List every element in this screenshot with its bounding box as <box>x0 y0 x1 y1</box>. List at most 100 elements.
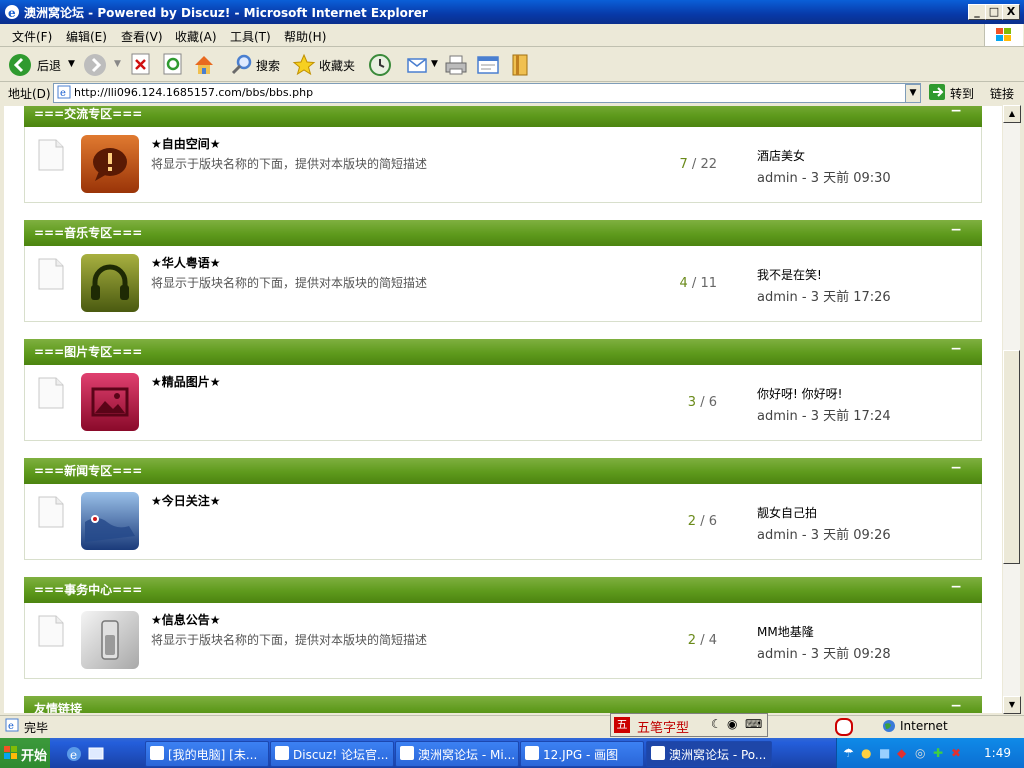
tray-monitor-icon[interactable]: ■ <box>879 746 890 760</box>
history-icon[interactable] <box>368 53 392 77</box>
moon-icon[interactable]: ☾ <box>711 717 722 731</box>
ime-logo-icon[interactable]: 五 <box>614 717 630 733</box>
last-post-title[interactable]: 你好呀! 你好呀! <box>757 385 842 402</box>
last-post-title[interactable]: 酒店美女 <box>757 147 805 164</box>
research-icon[interactable] <box>510 53 532 77</box>
start-button[interactable]: 开始 <box>0 738 50 768</box>
map-icon[interactable] <box>81 492 139 550</box>
last-post-title[interactable]: MM地基隆 <box>757 623 814 640</box>
forum-counts: 4 / 11 <box>679 276 717 291</box>
menu-help[interactable]: 帮助(H) <box>284 28 326 45</box>
last-post-info: admin - 3 天前 17:26 <box>757 290 891 305</box>
collapse-icon[interactable]: − <box>950 698 962 713</box>
tray-update-icon[interactable]: ✚ <box>933 746 943 760</box>
clock[interactable]: 1:49 <box>984 746 1011 760</box>
task-aozhouwo-forum[interactable]: 澳洲窝论坛 - Mi... <box>395 741 519 767</box>
back-icon[interactable] <box>8 53 32 77</box>
collapse-icon[interactable]: − <box>950 222 962 238</box>
task-my-computer[interactable]: [我的电脑] [未... <box>145 741 269 767</box>
tray-network-icon[interactable]: ☂ <box>843 746 854 760</box>
back-dropdown-icon[interactable]: ▼ <box>68 59 75 69</box>
category-title[interactable]: ===新闻专区=== <box>34 462 142 479</box>
task-discuz-forum[interactable]: Discuz! 论坛官... <box>270 741 394 767</box>
forward-dropdown-icon[interactable]: ▼ <box>114 59 121 69</box>
search-label[interactable]: 搜索 <box>256 57 280 74</box>
address-input[interactable]: e http://lli096.124.1685157.com/bbs/bbs.… <box>53 83 921 103</box>
category-header: ===图片专区=== − <box>24 339 982 365</box>
favorites-star-icon[interactable] <box>292 53 316 77</box>
tray-shield-icon[interactable]: ◆ <box>897 746 906 760</box>
category-header: ===交流专区=== − <box>24 106 982 127</box>
forum-name[interactable]: ★自由空间★ <box>151 135 221 152</box>
back-label[interactable]: 后退 <box>37 57 61 74</box>
edit-icon[interactable] <box>476 53 500 77</box>
collapse-icon[interactable]: − <box>950 106 962 119</box>
forum-name[interactable]: ★今日关注★ <box>151 492 221 509</box>
collapse-icon[interactable]: − <box>950 341 962 357</box>
menu-file[interactable]: 文件(F) <box>12 28 52 45</box>
headphones-icon[interactable] <box>81 254 139 312</box>
punctuation-icon[interactable]: ◉ <box>727 717 737 731</box>
privacy-icon[interactable] <box>835 718 853 736</box>
forum-name[interactable]: ★精品图片★ <box>151 373 221 390</box>
menu-view[interactable]: 查看(V) <box>121 28 163 45</box>
ime-mode-text[interactable]: 五笔字型 <box>637 717 689 736</box>
go-button[interactable]: 转到 <box>950 85 974 102</box>
forum-name[interactable]: ★华人粤语★ <box>151 254 221 271</box>
links-button[interactable]: 链接 <box>990 85 1014 102</box>
favorites-label[interactable]: 收藏夹 <box>319 57 355 74</box>
address-url: http://lli096.124.1685157.com/bbs/bbs.ph… <box>74 86 314 99</box>
windows-flag-icon <box>996 28 1011 41</box>
search-icon[interactable] <box>230 53 254 77</box>
menu-tools[interactable]: 工具(T) <box>230 28 271 45</box>
start-label[interactable]: 开始 <box>21 745 47 764</box>
category-title[interactable]: ===事务中心=== <box>34 581 142 598</box>
minimize-button[interactable]: _ <box>968 4 986 20</box>
mail-icon[interactable] <box>406 53 430 77</box>
address-dropdown-icon[interactable]: ▼ <box>905 84 921 103</box>
close-button[interactable]: X <box>1002 4 1020 20</box>
print-icon[interactable] <box>444 53 468 77</box>
picture-icon[interactable] <box>81 373 139 431</box>
stop-icon[interactable] <box>130 53 152 75</box>
forum-name[interactable]: ★信息公告★ <box>151 611 221 628</box>
task-current-window[interactable]: 澳洲窝论坛 - Po... <box>646 741 772 767</box>
vertical-scrollbar[interactable]: ▲ ▼ <box>1003 105 1021 714</box>
keyboard-icon[interactable]: ⌨ <box>745 717 762 731</box>
desktop-quicklaunch-icon[interactable] <box>88 746 104 762</box>
menu-bar: 文件(F) 编辑(E) 查看(V) 收藏(A) 工具(T) 帮助(H) <box>0 24 1024 47</box>
links-title[interactable]: 友情链接 <box>34 700 82 713</box>
menu-favorites[interactable]: 收藏(A) <box>175 28 217 45</box>
scroll-thumb[interactable] <box>1003 350 1020 564</box>
category-title[interactable]: ===图片专区=== <box>34 343 142 360</box>
ie-quicklaunch-icon[interactable]: e <box>66 746 82 762</box>
last-post-title[interactable]: 靓女自己拍 <box>757 504 817 521</box>
collapse-icon[interactable]: − <box>950 579 962 595</box>
refresh-icon[interactable] <box>162 53 184 75</box>
collapse-icon[interactable]: − <box>950 460 962 476</box>
tray-qq-icon[interactable]: ● <box>861 746 871 760</box>
speech-bubble-icon[interactable] <box>81 135 139 193</box>
maximize-button[interactable]: □ <box>985 4 1003 20</box>
home-icon[interactable] <box>192 53 216 77</box>
svg-text:e: e <box>8 6 16 20</box>
svg-text:e: e <box>70 748 77 762</box>
last-post-title[interactable]: 我不是在笑! <box>757 266 822 283</box>
task-paint[interactable]: 12.JPG - 画图 <box>520 741 644 767</box>
menu-edit[interactable]: 编辑(E) <box>66 28 107 45</box>
tray-volume-icon[interactable]: ◎ <box>915 746 925 760</box>
ime-toolbar[interactable]: 五 五笔字型 ☾ ◉ ⌨ <box>610 713 768 737</box>
go-arrow-icon[interactable] <box>928 83 946 101</box>
switch-icon[interactable] <box>81 611 139 669</box>
scroll-down-icon[interactable]: ▼ <box>1003 696 1021 714</box>
scroll-up-icon[interactable]: ▲ <box>1003 105 1021 123</box>
window-title: 澳洲窝论坛 - Powered by Discuz! - Microsoft I… <box>24 6 428 20</box>
topic-count: 2 <box>687 633 697 648</box>
forward-icon[interactable] <box>83 53 107 77</box>
post-count: 11 <box>700 276 717 291</box>
svg-text:e: e <box>8 721 14 732</box>
tray-disconnected-icon[interactable]: ✖ <box>951 746 961 760</box>
category-title[interactable]: ===交流专区=== <box>34 106 142 122</box>
mail-dropdown-icon[interactable]: ▼ <box>431 59 438 69</box>
category-title[interactable]: ===音乐专区=== <box>34 224 142 241</box>
